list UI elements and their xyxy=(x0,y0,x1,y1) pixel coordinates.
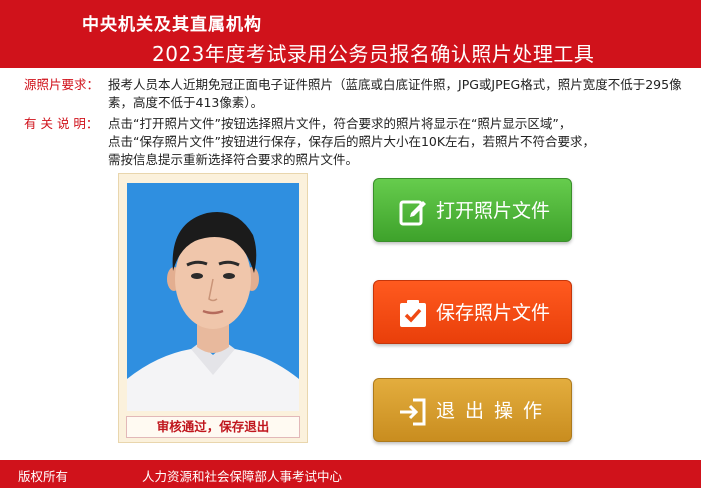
exit-label: 退出操作 xyxy=(436,400,553,422)
save-photo-label: 保存照片文件 xyxy=(436,302,551,324)
requirement-text: 报考人员本人近期免冠正面电子证件照片（蓝底或白底证件照，JPG或JPEG格式，照… xyxy=(108,77,682,110)
status-message: 审核通过，保存退出 xyxy=(126,416,300,438)
notes-section: 有 关 说 明： 点击“打开照片文件”按钮选择照片文件，符合要求的照片将显示在“… xyxy=(24,115,684,171)
exit-button[interactable]: 退出操作 xyxy=(373,378,572,442)
portrait-image xyxy=(127,183,299,411)
notes-label: 有 关 说 明： xyxy=(24,116,99,131)
photo-display-area: 审核通过，保存退出 xyxy=(118,173,308,443)
id-photo xyxy=(127,183,299,411)
notes-line: 点击“打开照片文件”按钮选择照片文件，符合要求的照片将显示在“照片显示区域”， xyxy=(108,116,572,131)
org-name: 中央机关及其直属机构 xyxy=(82,15,262,35)
footer-organization: 人力资源和社会保障部人事考试中心 xyxy=(142,469,343,484)
requirement-label: 源照片要求： xyxy=(24,77,100,92)
checkbox-check-icon xyxy=(398,299,428,329)
app-title: 2023年度考试录用公务员报名确认照片处理工具 xyxy=(152,42,595,66)
exit-arrow-icon xyxy=(398,397,428,427)
edit-icon xyxy=(398,197,428,227)
header-banner: 中央机关及其直属机构 2023年度考试录用公务员报名确认照片处理工具 xyxy=(0,0,701,68)
requirement-section: 源照片要求： 报考人员本人近期免冠正面电子证件照片（蓝底或白底证件照，JPG或J… xyxy=(24,76,684,114)
notes-line: 点击“保存照片文件”按钮进行保存，保存后的照片大小在10K左右，若照片不符合要求… xyxy=(108,134,596,149)
notes-text: 点击“打开照片文件”按钮选择照片文件，符合要求的照片将显示在“照片显示区域”， … xyxy=(108,115,688,169)
footer-bar: 版权所有 人力资源和社会保障部人事考试中心 xyxy=(0,460,701,488)
open-photo-button[interactable]: 打开照片文件 xyxy=(373,178,572,242)
notes-line: 需按信息提示重新选择符合要求的照片文件。 xyxy=(108,152,359,167)
save-photo-button[interactable]: 保存照片文件 xyxy=(373,280,572,344)
open-photo-label: 打开照片文件 xyxy=(436,200,551,222)
copyright-text: 版权所有 xyxy=(18,469,69,484)
